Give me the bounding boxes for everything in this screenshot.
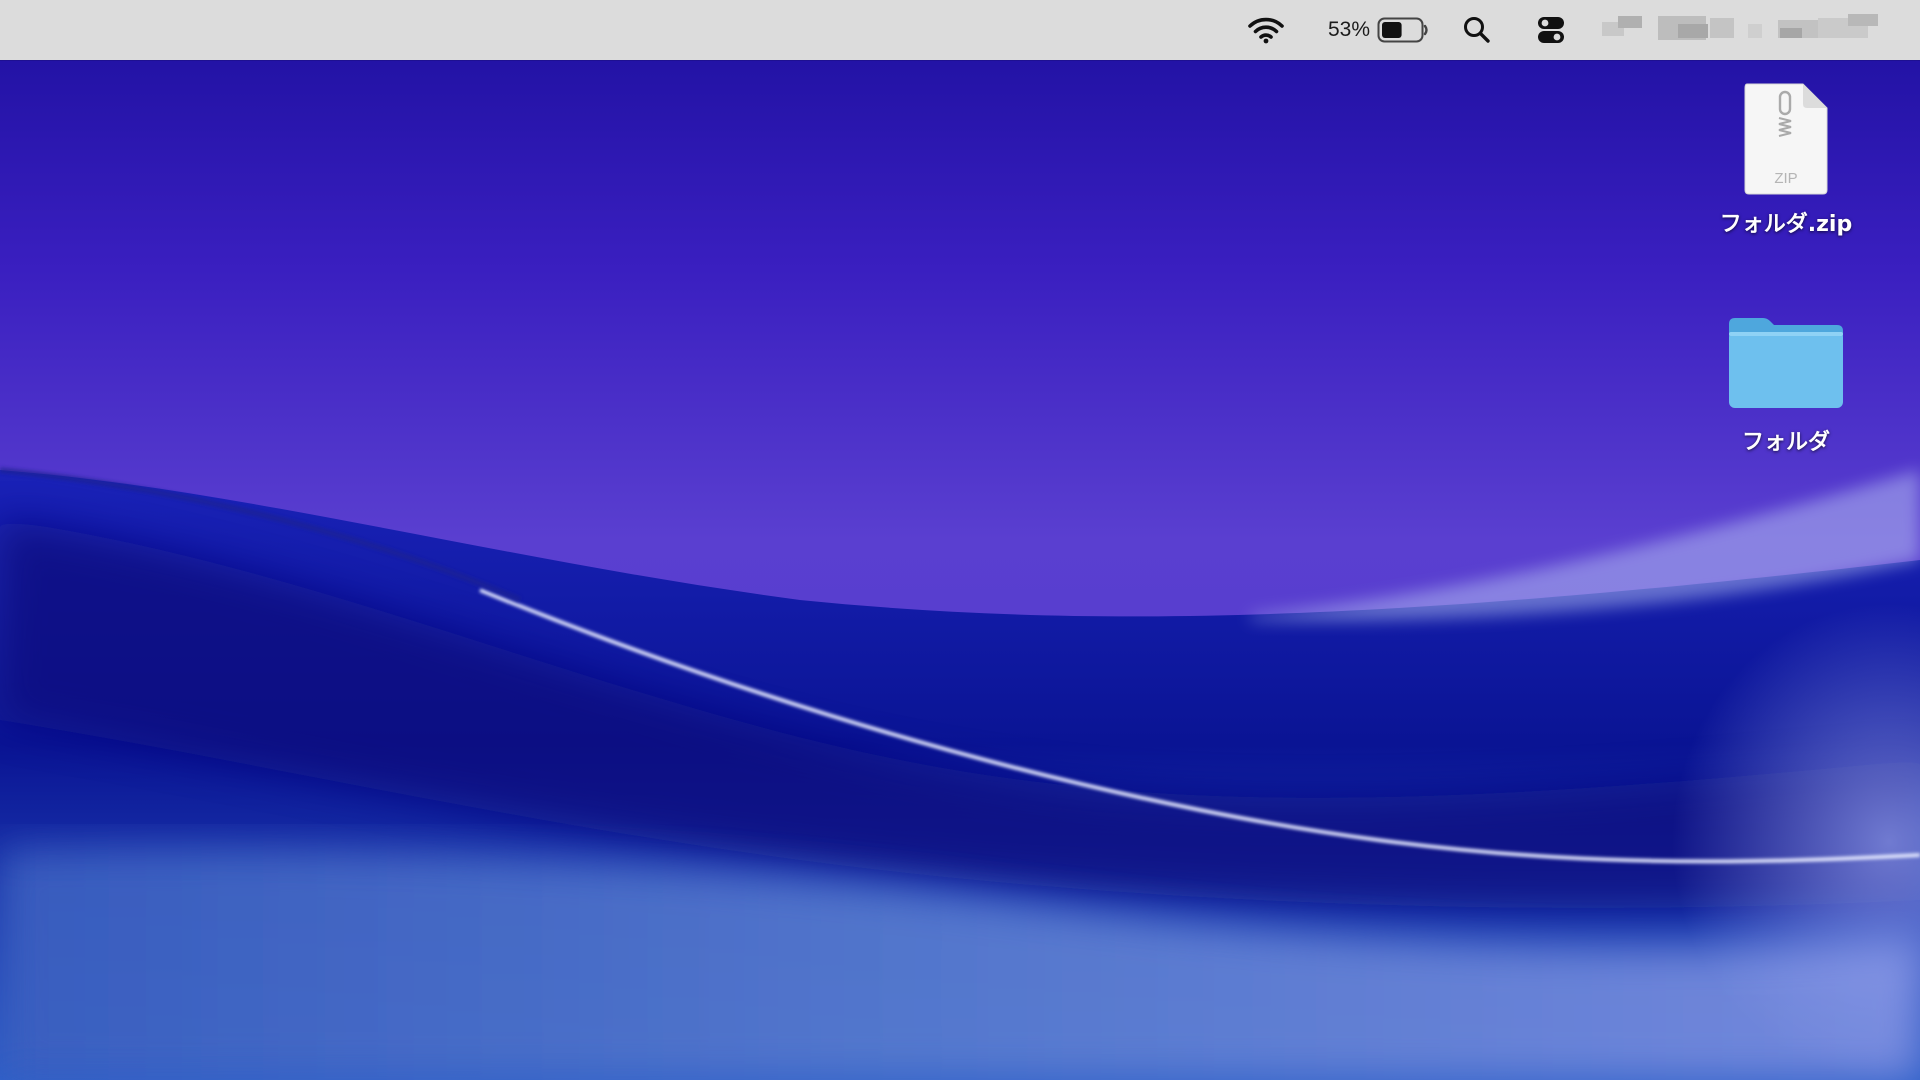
menu-bar: 53% [0, 0, 1920, 60]
blurred-block [1618, 16, 1642, 28]
control-center-icon[interactable] [1530, 0, 1572, 60]
wifi-icon[interactable] [1244, 0, 1288, 60]
redacted-user-area[interactable] [1598, 0, 1884, 60]
zip-badge: ZIP [1774, 170, 1797, 187]
zip-archive-icon: ZIP [1744, 83, 1828, 195]
desktop-item-label[interactable]: フォルダ [1742, 424, 1830, 456]
desktop-item-label[interactable]: フォルダ.zip [1720, 206, 1852, 238]
desktop-item-zip-file[interactable]: ZIP フォルダ.zip [1696, 80, 1876, 238]
battery-level-fill [1382, 22, 1402, 38]
blurred-block [1780, 28, 1802, 38]
blurred-block [1710, 18, 1734, 38]
battery-percentage[interactable]: 53% [1318, 0, 1370, 60]
folder-icon [1729, 318, 1843, 408]
wallpaper [0, 0, 1920, 1080]
desktop-item-folder[interactable]: フォルダ [1696, 310, 1876, 456]
desktop[interactable]: 53% ZIP フォルダ.zip フォルダ [0, 0, 1920, 1080]
blurred-block [1678, 24, 1708, 38]
blurred-block [1748, 24, 1762, 38]
blurred-block [1848, 14, 1878, 26]
magnifying-glass-icon[interactable] [1458, 0, 1496, 60]
battery-icon[interactable] [1376, 0, 1430, 60]
